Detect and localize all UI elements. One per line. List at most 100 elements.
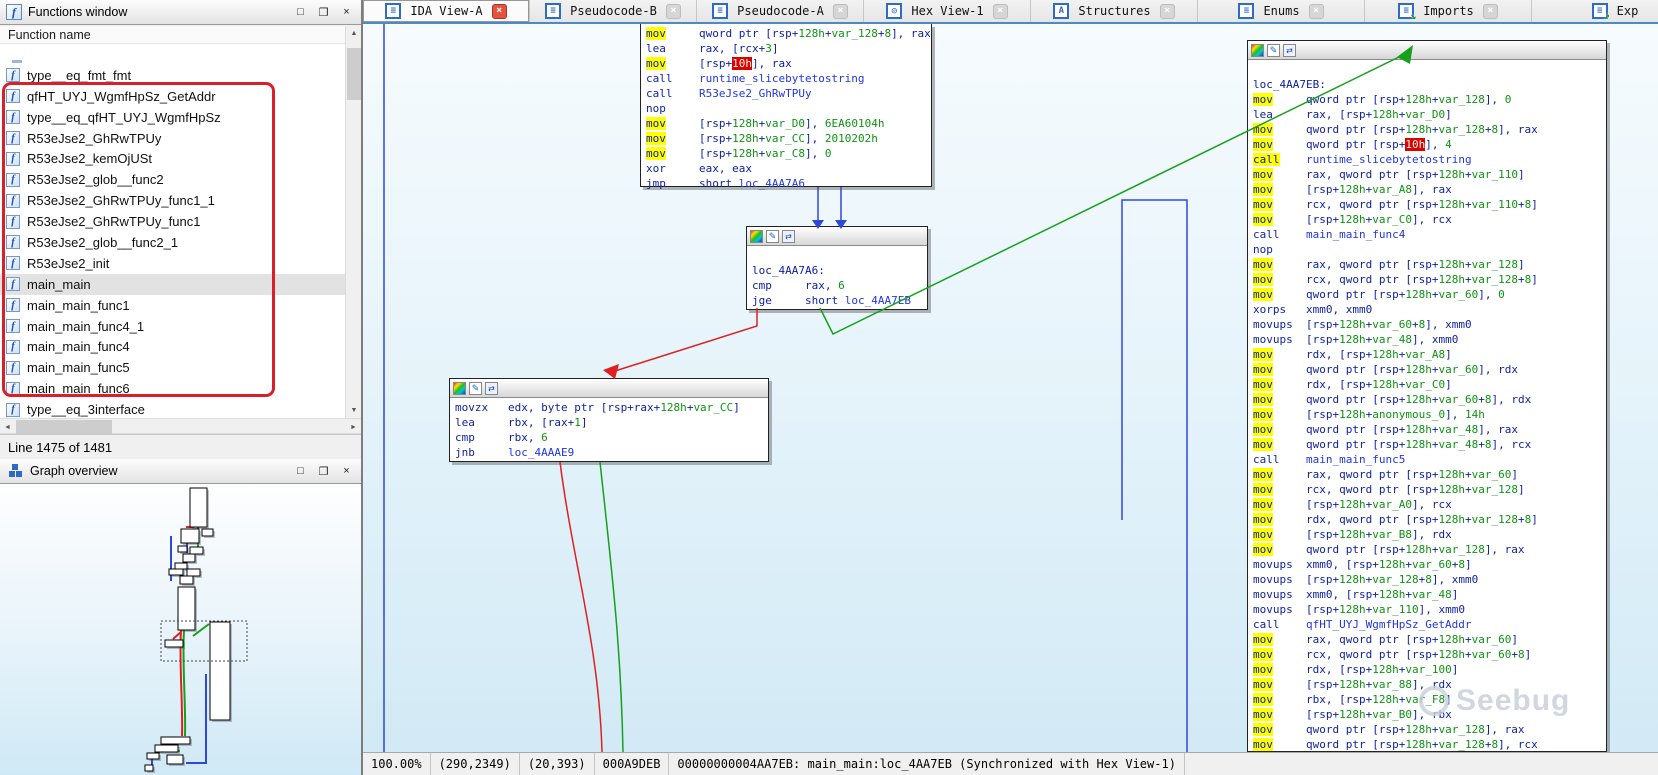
asm-line[interactable]: mov rcx, qword ptr [rsp+128h+var_110+8] xyxy=(1253,197,1601,212)
list-item-function[interactable]: fR53eJse2_kemOjUSt xyxy=(0,148,345,169)
maximize-icon[interactable]: □ xyxy=(292,463,309,480)
list-item-function[interactable]: fR53eJse2_glob__func2_1 xyxy=(0,232,345,253)
functions-window-titlebar[interactable]: f Functions window □ ❐ × xyxy=(0,0,361,25)
asm-line[interactable]: mov [rsp+128h+var_C8], 0 xyxy=(646,146,926,161)
list-item-function[interactable]: fR53eJse2_GhRwTPUy_func1 xyxy=(0,211,345,232)
functions-horizontal-scrollbar[interactable]: ◄ ► xyxy=(0,418,361,434)
functions-vertical-scrollbar[interactable]: ▲ ▼ xyxy=(345,26,361,418)
asm-line[interactable]: jge short loc_4AA7EB xyxy=(752,293,922,308)
asm-line[interactable]: call qfHT_UYJ_WgmfHpSz_GetAddr xyxy=(1253,617,1601,632)
graph-overview-titlebar[interactable]: Graph overview □ ❐ × xyxy=(0,459,361,484)
basic-block[interactable]: ✎ ⇄ movzx edx, byte ptr [rsp+rax+128h+va… xyxy=(449,378,769,462)
tab-close-icon[interactable]: × xyxy=(666,4,681,19)
tab-close-icon[interactable]: × xyxy=(492,4,507,19)
asm-line[interactable]: cmp rbx, 6 xyxy=(455,430,763,445)
asm-line[interactable]: movups [rsp+128h+var_110], xmm0 xyxy=(1253,602,1601,617)
asm-line[interactable]: mov rdx, [rsp+128h+var_C0] xyxy=(1253,377,1601,392)
tab-close-icon[interactable]: × xyxy=(1160,4,1175,19)
scroll-up-icon[interactable]: ▲ xyxy=(346,26,362,41)
asm-line[interactable]: jnb loc_4AAAE9 xyxy=(455,445,763,460)
node-color-icon[interactable] xyxy=(453,382,466,395)
tab-close-icon[interactable]: × xyxy=(1483,4,1498,19)
list-item-function[interactable]: fR53eJse2_GhRwTPUy xyxy=(0,128,345,149)
node-color-icon[interactable] xyxy=(750,230,763,243)
float-icon[interactable]: ❐ xyxy=(315,463,332,480)
asm-line[interactable]: mov qword ptr [rsp+128h+var_60], 0 xyxy=(1253,287,1601,302)
asm-line[interactable]: mov [rsp+128h+var_B0], rbx xyxy=(1253,707,1601,722)
asm-line[interactable]: mov qword ptr [rsp+128h+var_128], 0 xyxy=(1253,92,1601,107)
asm-line[interactable]: nop xyxy=(1253,242,1601,257)
functions-list[interactable]: ftype__eq_fmt_fmtfqfHT_UYJ_WgmfHpSz_GetA… xyxy=(0,44,345,418)
asm-line[interactable]: mov rdx, [rsp+128h+var_A8] xyxy=(1253,347,1601,362)
asm-line[interactable]: mov qword ptr [rsp+128h+var_128+8], rcx xyxy=(1253,737,1601,752)
tab-close-icon[interactable]: × xyxy=(833,4,848,19)
asm-line[interactable]: jmp short loc_4AA7A6 xyxy=(646,176,926,191)
list-item-function[interactable]: fqfHT_UYJ_WgmfHpSz_GetAddr xyxy=(0,86,345,107)
asm-line[interactable]: nop xyxy=(646,101,926,116)
asm-line[interactable]: mov rcx, qword ptr [rsp+128h+var_60+8] xyxy=(1253,647,1601,662)
asm-line[interactable]: xorps xmm0, xmm0 xyxy=(1253,302,1601,317)
graph-overview-minimap[interactable] xyxy=(0,484,361,775)
asm-line[interactable]: loc_4AA7A6: xyxy=(752,263,922,278)
hscroll-thumb[interactable] xyxy=(16,420,112,434)
asm-line[interactable]: mov [rsp+10h], rax xyxy=(646,56,926,71)
asm-line[interactable]: movzx edx, byte ptr [rsp+rax+128h+var_CC… xyxy=(455,400,763,415)
tab-pseudocode-b[interactable]: ≡Pseudocode-B× xyxy=(530,0,697,22)
tab-pseudocode-a[interactable]: ≡Pseudocode-A× xyxy=(697,0,864,22)
asm-line[interactable]: mov rdx, [rsp+128h+var_100] xyxy=(1253,662,1601,677)
asm-line[interactable]: mov rcx, qword ptr [rsp+128h+var_128+8] xyxy=(1253,272,1601,287)
node-group-icon[interactable]: ⇄ xyxy=(485,382,498,395)
asm-line[interactable]: loc_4AA7EB: xyxy=(1253,77,1601,92)
close-icon[interactable]: × xyxy=(338,4,355,21)
asm-line[interactable]: mov [rsp+128h+var_D0], 6EA60104h xyxy=(646,116,926,131)
close-icon[interactable]: × xyxy=(338,463,355,480)
asm-line[interactable]: movups xmm0, [rsp+128h+var_48] xyxy=(1253,587,1601,602)
asm-line[interactable]: lea rbx, [rax+1] xyxy=(455,415,763,430)
asm-line[interactable]: mov qword ptr [rsp+128h+var_60], rdx xyxy=(1253,362,1601,377)
list-item-partial[interactable] xyxy=(0,44,345,65)
asm-line[interactable]: movups xmm0, [rsp+128h+var_60+8] xyxy=(1253,557,1601,572)
node-group-icon[interactable]: ⇄ xyxy=(782,230,795,243)
tab-structures[interactable]: AStructures× xyxy=(1031,0,1198,22)
scroll-left-icon[interactable]: ◄ xyxy=(0,419,15,435)
block-titlebar[interactable]: ✎ ⇄ xyxy=(747,227,927,246)
basic-block[interactable]: mov qword ptr [rsp+128h+var_128+8], raxl… xyxy=(640,24,932,187)
tab-close-icon[interactable]: × xyxy=(1309,4,1324,19)
tab-imports[interactable]: ≡↘Imports× xyxy=(1365,0,1532,22)
scroll-right-icon[interactable]: ► xyxy=(346,419,361,435)
basic-block[interactable]: ✎ ⇄ loc_4AA7A6:cmp rax, 6jge short loc_4… xyxy=(746,226,928,310)
node-edit-icon[interactable]: ✎ xyxy=(469,382,482,395)
tab-enums[interactable]: ≡Enums× xyxy=(1198,0,1365,22)
asm-line[interactable]: mov [rsp+128h+var_A8], rax xyxy=(1253,182,1601,197)
block-titlebar[interactable]: ✎ ⇄ xyxy=(1248,41,1606,60)
function-name-column-header[interactable]: Function name xyxy=(0,26,345,44)
asm-line[interactable]: mov [rsp+128h+var_A0], rcx xyxy=(1253,497,1601,512)
list-item-function[interactable]: ftype__eq_qfHT_UYJ_WgmfHpSz xyxy=(0,107,345,128)
tab-ida-view-a[interactable]: ≡IDA View-A× xyxy=(363,0,530,22)
asm-line[interactable]: mov rax, qword ptr [rsp+128h+var_60] xyxy=(1253,467,1601,482)
asm-line[interactable]: xor eax, eax xyxy=(646,161,926,176)
asm-line[interactable]: call runtime_slicebytetostring xyxy=(646,71,926,86)
list-item-function[interactable]: fR53eJse2_init xyxy=(0,253,345,274)
asm-line[interactable]: mov [rsp+128h+var_88], rdx xyxy=(1253,677,1601,692)
list-item-function[interactable]: ftype__eq_fmt_fmt xyxy=(0,65,345,86)
list-item-function[interactable]: fR53eJse2_GhRwTPUy_func1_1 xyxy=(0,190,345,211)
float-icon[interactable]: ❐ xyxy=(315,4,332,21)
node-edit-icon[interactable]: ✎ xyxy=(1267,44,1280,57)
asm-line[interactable] xyxy=(1253,62,1601,77)
asm-line[interactable]: mov [rsp+128h+var_C0], rcx xyxy=(1253,212,1601,227)
basic-block[interactable]: ✎ ⇄ loc_4AA7EB:mov qword ptr [rsp+128h+v… xyxy=(1247,40,1607,752)
list-item-function[interactable]: fmain_main_func6 xyxy=(0,378,345,399)
asm-line[interactable]: mov qword ptr [rsp+128h+var_60+8], rdx xyxy=(1253,392,1601,407)
vscroll-thumb[interactable] xyxy=(347,48,361,100)
asm-line[interactable]: mov [rsp+128h+var_B8], rdx xyxy=(1253,527,1601,542)
asm-line[interactable]: mov qword ptr [rsp+128h+var_128+8], rax xyxy=(1253,122,1601,137)
asm-line[interactable]: mov rax, qword ptr [rsp+128h+var_60] xyxy=(1253,632,1601,647)
asm-line[interactable]: lea rax, [rcx+3] xyxy=(646,41,926,56)
graph-canvas[interactable]: mov qword ptr [rsp+128h+var_128+8], rax l… xyxy=(363,24,1658,752)
list-item-function[interactable]: fmain_main_func4_1 xyxy=(0,316,345,337)
asm-line[interactable]: mov qword ptr [rsp+128h+var_48], rax xyxy=(1253,422,1601,437)
asm-line[interactable]: mov rbx, [rsp+128h+var_F8] xyxy=(1253,692,1601,707)
tab-bar[interactable]: ≡IDA View-A×≡Pseudocode-B×≡Pseudocode-A×… xyxy=(363,0,1658,24)
asm-line[interactable]: mov qword ptr [rsp+128h+var_128], rax xyxy=(1253,542,1601,557)
